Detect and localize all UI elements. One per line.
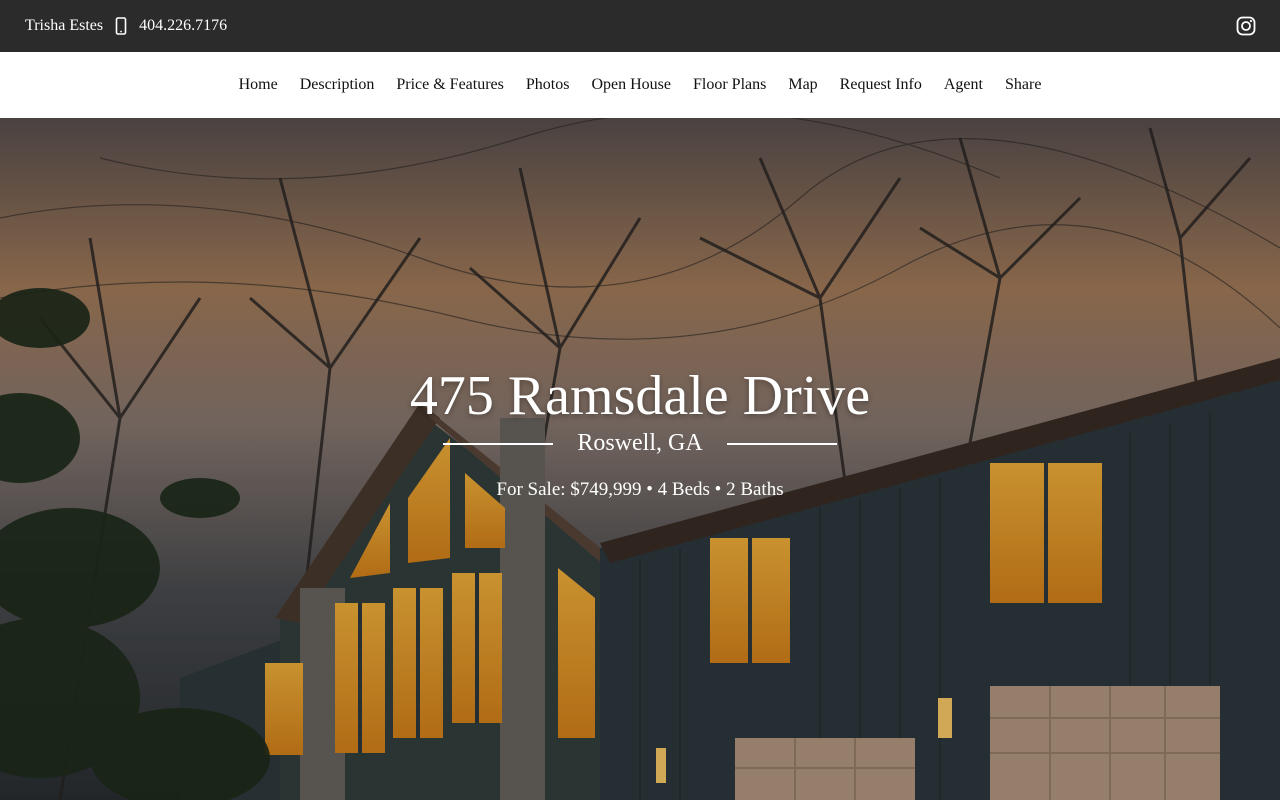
nav-share[interactable]: Share — [1005, 76, 1041, 94]
main-nav: Home Description Price & Features Photos… — [0, 52, 1280, 118]
instagram-icon[interactable] — [1236, 16, 1256, 36]
city-row: Roswell, GA — [0, 430, 1280, 457]
nav-map[interactable]: Map — [788, 76, 817, 94]
nav-request-info[interactable]: Request Info — [840, 76, 922, 94]
agent-contact: Trisha Estes 404.226.7176 — [25, 17, 227, 35]
nav-price-features[interactable]: Price & Features — [396, 76, 504, 94]
nav-open-house[interactable]: Open House — [591, 76, 671, 94]
top-bar: Trisha Estes 404.226.7176 — [0, 0, 1280, 52]
divider-left — [443, 442, 554, 445]
nav-agent[interactable]: Agent — [944, 76, 983, 94]
agent-phone-link[interactable]: 404.226.7176 — [139, 17, 227, 35]
divider-right — [726, 442, 837, 445]
hero-content: 475 Ramsdale Drive Roswell, GA For Sale:… — [0, 362, 1280, 501]
nav-floor-plans[interactable]: Floor Plans — [693, 76, 766, 94]
hero-section: 475 Ramsdale Drive Roswell, GA For Sale:… — [0, 118, 1280, 800]
agent-name: Trisha Estes — [25, 17, 104, 34]
property-summary: For Sale: $749,999 • 4 Beds • 2 Baths — [496, 479, 784, 500]
nav-home[interactable]: Home — [239, 76, 278, 94]
mobile-phone-icon — [115, 17, 127, 35]
property-address: 475 Ramsdale Drive — [409, 365, 871, 427]
nav-photos[interactable]: Photos — [526, 76, 570, 94]
nav-description[interactable]: Description — [300, 76, 375, 94]
property-city: Roswell, GA — [577, 430, 703, 456]
